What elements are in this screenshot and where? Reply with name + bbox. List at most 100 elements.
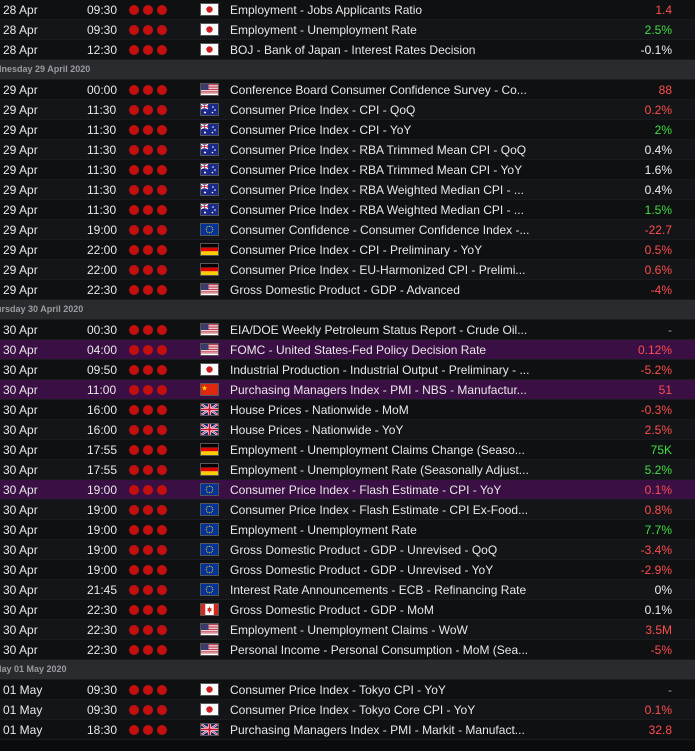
event-name[interactable]: Consumer Price Index - Flash Estimate - …	[230, 483, 530, 497]
event-name[interactable]: Purchasing Managers Index - PMI - NBS - …	[230, 383, 530, 397]
event-name[interactable]: House Prices - Nationwide - MoM	[230, 403, 530, 417]
event-row[interactable]: 01 May 09:30 Consumer Price Index - Tokyo …	[0, 700, 695, 720]
event-row[interactable]: 30 Apr 00:30 EIA/DOE Weekly Petroleum Stat…	[0, 320, 695, 340]
event-row[interactable]: 30 Apr 17:55 Employment - Unemployment Rat…	[0, 460, 695, 480]
event-name[interactable]: Consumer Price Index - CPI - Preliminary…	[230, 243, 530, 257]
event-name[interactable]: Consumer Price Index - RBA Weighted Medi…	[230, 183, 530, 197]
event-row[interactable]: 29 Apr 11:30 Consumer Price Index - RBA We…	[0, 200, 695, 220]
event-row[interactable]: 29 Apr 11:30 Consumer Price Index - RBA We…	[0, 180, 695, 200]
event-row[interactable]: 30 Apr 22:30 Gross Domestic Product - GDP …	[0, 600, 695, 620]
event-row[interactable]: 28 Apr 09:30 Employment - Jobs Applicants …	[0, 0, 695, 20]
importance-dot-icon	[143, 105, 153, 115]
importance-dot-icon	[157, 705, 167, 715]
importance-dot-icon	[129, 145, 139, 155]
event-row[interactable]: 30 Apr 04:00 FOMC - United States-Fed Poli…	[0, 340, 695, 360]
event-row[interactable]: 29 Apr 11:30 Consumer Price Index - CPI - …	[0, 100, 695, 120]
event-name[interactable]: Employment - Unemployment Claims Change …	[230, 443, 530, 457]
event-name[interactable]: Gross Domestic Product - GDP - Advanced	[230, 283, 530, 297]
importance-indicator	[129, 85, 171, 95]
event-row[interactable]: 29 Apr 19:00 Consumer Confidence - Consume…	[0, 220, 695, 240]
flag-euro-area-icon	[200, 523, 219, 536]
event-row[interactable]: 30 Apr 09:50 Industrial Production - Indus…	[0, 360, 695, 380]
event-name[interactable]: Employment - Unemployment Rate	[230, 23, 530, 37]
event-row[interactable]: 30 Apr 22:30 Employment - Unemployment Cla…	[0, 620, 695, 640]
event-time: 19:00	[87, 563, 118, 577]
event-name[interactable]: Consumer Price Index - RBA Trimmed Mean …	[230, 163, 530, 177]
event-name[interactable]: EIA/DOE Weekly Petroleum Status Report -…	[230, 323, 530, 337]
event-name[interactable]: Gross Domestic Product - GDP - MoM	[230, 603, 530, 617]
event-row[interactable]: 30 Apr 11:00 Purchasing Managers Index - P…	[0, 380, 695, 400]
event-row[interactable]: 30 Apr 21:45 Interest Rate Announcements -…	[0, 580, 695, 600]
event-date: 29 Apr	[3, 283, 38, 297]
event-row[interactable]: 29 Apr 11:30 Consumer Price Index - RBA Tr…	[0, 160, 695, 180]
event-name[interactable]: Consumer Price Index - RBA Weighted Medi…	[230, 203, 530, 217]
event-name[interactable]: Employment - Unemployment Claims - WoW	[230, 623, 530, 637]
event-row[interactable]: 29 Apr 11:30 Consumer Price Index - CPI - …	[0, 120, 695, 140]
event-row[interactable]: 30 Apr 19:00 Gross Domestic Product - GDP …	[0, 560, 695, 580]
event-row[interactable]: 29 Apr 22:30 Gross Domestic Product - GDP …	[0, 280, 695, 300]
flag-euro-area-icon	[200, 583, 219, 596]
event-name[interactable]: Gross Domestic Product - GDP - Unrevised…	[230, 563, 530, 577]
event-name[interactable]: Consumer Price Index - Flash Estimate - …	[230, 503, 530, 517]
event-name[interactable]: BOJ - Bank of Japan - Interest Rates Dec…	[230, 43, 530, 57]
event-time: 11:30	[87, 163, 117, 177]
event-row[interactable]: 30 Apr 17:55 Employment - Unemployment Cla…	[0, 440, 695, 460]
event-row[interactable]: 30 Apr 16:00 House Prices - Nationwide - M…	[0, 400, 695, 420]
importance-dot-icon	[129, 225, 139, 235]
event-name[interactable]: Employment - Unemployment Rate	[230, 523, 530, 537]
event-time: 16:00	[87, 423, 118, 437]
event-name[interactable]: FOMC - United States-Fed Policy Decision…	[230, 343, 530, 357]
event-row[interactable]: 28 Apr 09:30 Employment - Unemployment Rat…	[0, 20, 695, 40]
event-row[interactable]: 29 Apr 11:30 Consumer Price Index - RBA Tr…	[0, 140, 695, 160]
event-row[interactable]: 29 Apr 00:00 Conference Board Consumer Con…	[0, 80, 695, 100]
event-name[interactable]: Consumer Price Index - RBA Trimmed Mean …	[230, 143, 530, 157]
event-time: 16:00	[87, 403, 118, 417]
importance-indicator	[129, 105, 171, 115]
event-name[interactable]: Employment - Jobs Applicants Ratio	[230, 3, 530, 17]
event-name[interactable]: Consumer Price Index - Tokyo CPI - YoY	[230, 683, 530, 697]
event-row[interactable]: 01 May 09:30 Consumer Price Index - Tokyo …	[0, 680, 695, 700]
event-name[interactable]: Consumer Confidence - Consumer Confidenc…	[230, 223, 530, 237]
event-name[interactable]: Consumer Price Index - CPI - QoQ	[230, 103, 530, 117]
flag-euro-area-icon	[200, 503, 219, 516]
importance-indicator	[129, 145, 171, 155]
event-name[interactable]: Consumer Price Index - CPI - YoY	[230, 123, 530, 137]
event-row[interactable]: 30 Apr 19:00 Employment - Unemployment Rat…	[0, 520, 695, 540]
flag-germany-icon	[200, 243, 219, 256]
event-date: 30 Apr	[3, 343, 38, 357]
importance-dot-icon	[143, 325, 153, 335]
event-name[interactable]: Personal Income - Personal Consumption -…	[230, 643, 530, 657]
event-name[interactable]: Conference Board Consumer Confidence Sur…	[230, 83, 530, 97]
event-row[interactable]: 30 Apr 19:00 Gross Domestic Product - GDP …	[0, 540, 695, 560]
event-name[interactable]: Consumer Price Index - EU-Harmonized CPI…	[230, 263, 530, 277]
event-row[interactable]: 01 May 18:30 Purchasing Managers Index - P…	[0, 720, 695, 740]
date-section-header: dnesday 29 April 2020	[0, 60, 695, 80]
event-name[interactable]: Interest Rate Announcements - ECB - Refi…	[230, 583, 530, 597]
event-name[interactable]: Purchasing Managers Index - PMI - Markit…	[230, 723, 530, 737]
importance-indicator	[129, 365, 171, 375]
importance-dot-icon	[157, 605, 167, 615]
event-time: 11:00	[87, 383, 117, 397]
event-row[interactable]: 29 Apr 22:00 Consumer Price Index - EU-Har…	[0, 260, 695, 280]
importance-dot-icon	[143, 205, 153, 215]
event-name[interactable]: House Prices - Nationwide - YoY	[230, 423, 530, 437]
event-row[interactable]: 30 Apr 16:00 House Prices - Nationwide - Y…	[0, 420, 695, 440]
event-date: 29 Apr	[3, 263, 38, 277]
importance-dot-icon	[143, 585, 153, 595]
event-name[interactable]: Consumer Price Index - Tokyo Core CPI - …	[230, 703, 530, 717]
event-row[interactable]: 30 Apr 19:00 Consumer Price Index - Flash …	[0, 480, 695, 500]
event-name[interactable]: Industrial Production - Industrial Outpu…	[230, 363, 530, 377]
event-date: 30 Apr	[3, 363, 38, 377]
event-row[interactable]: 28 Apr 12:30 BOJ - Bank of Japan - Interes…	[0, 40, 695, 60]
event-row[interactable]: 30 Apr 22:30 Personal Income - Personal Co…	[0, 640, 695, 660]
event-row[interactable]: 29 Apr 22:00 Consumer Price Index - CPI - …	[0, 240, 695, 260]
event-name[interactable]: Gross Domestic Product - GDP - Unrevised…	[230, 543, 530, 557]
event-row[interactable]: 30 Apr 19:00 Consumer Price Index - Flash …	[0, 500, 695, 520]
event-actual-value: 2%	[654, 123, 672, 137]
event-name[interactable]: Employment - Unemployment Rate (Seasonal…	[230, 463, 530, 477]
event-actual-value: 51	[658, 383, 672, 397]
importance-dot-icon	[157, 385, 167, 395]
event-date: 28 Apr	[3, 43, 38, 57]
importance-dot-icon	[129, 585, 139, 595]
importance-indicator	[129, 705, 171, 715]
